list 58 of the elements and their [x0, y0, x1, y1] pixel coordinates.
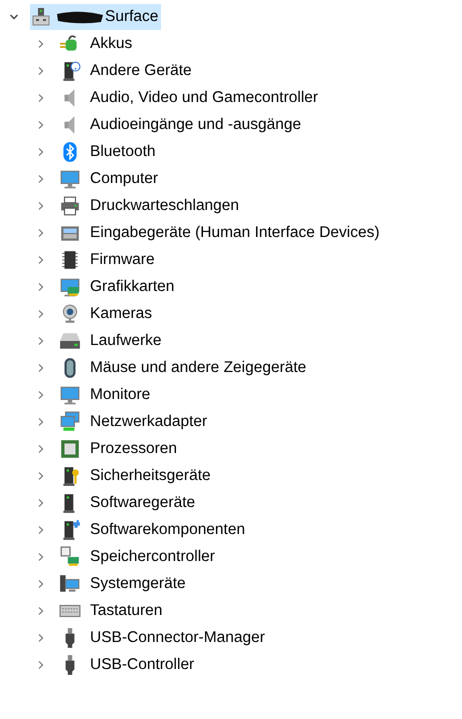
tree-item[interactable]: Bluetooth [59, 138, 158, 164]
redaction-mark [55, 10, 105, 24]
network-icon [59, 410, 81, 432]
tree-item[interactable]: Kameras [59, 300, 156, 326]
expand-chevron-icon[interactable] [36, 632, 46, 642]
tree-item[interactable]: USB-Connector-Manager [59, 624, 268, 650]
expand-chevron-icon[interactable] [36, 336, 46, 346]
tree-item[interactable]: Druckwarteschlangen [59, 192, 242, 218]
expand-chevron-icon[interactable] [36, 120, 46, 130]
tree-item[interactable]: Andere Geräte [59, 58, 195, 84]
expand-chevron-icon[interactable] [36, 174, 46, 184]
tree-item[interactable]: Audioeingänge und -ausgänge [59, 112, 304, 138]
expand-chevron-icon[interactable] [36, 282, 46, 292]
tree-item[interactable]: Mäuse und andere Zeigegeräte [59, 354, 310, 380]
processor-icon [59, 438, 81, 460]
expand-chevron-icon[interactable] [36, 390, 46, 400]
expand-chevron-icon[interactable] [36, 146, 46, 156]
expand-chevron-icon[interactable] [36, 362, 46, 372]
tree-item[interactable]: Firmware [59, 246, 158, 272]
expand-chevron-icon[interactable] [36, 66, 46, 76]
tree-item[interactable]: Tastaturen [59, 598, 166, 624]
tree-item[interactable]: Laufwerke [59, 328, 165, 354]
tree-item[interactable]: Akkus [59, 30, 136, 56]
tree-item[interactable]: Systemgeräte [59, 570, 189, 596]
tree-item[interactable]: Softwarekomponenten [59, 516, 248, 542]
tree-item[interactable]: Prozessoren [59, 436, 180, 462]
expand-chevron-icon[interactable] [36, 228, 46, 238]
expand-chevron-icon[interactable] [36, 444, 46, 454]
expand-chevron-icon[interactable] [36, 498, 46, 508]
tree-root-item[interactable]: Surface [30, 4, 162, 30]
expand-chevron-icon[interactable] [36, 254, 46, 264]
expand-chevron-icon[interactable] [36, 660, 46, 670]
system-devices-icon [59, 572, 81, 594]
tree-item[interactable]: Sicherheitsgeräte [59, 462, 214, 488]
tree-item[interactable]: Monitore [59, 382, 154, 408]
tree-item[interactable]: Netzwerkadapter [59, 408, 210, 434]
tree-item[interactable]: USB-Controller [59, 652, 198, 678]
tree-item[interactable]: Eingabegeräte (Human Interface Devices) [59, 220, 382, 246]
tree-item[interactable]: Speichercontroller [59, 544, 218, 570]
expand-chevron-icon[interactable] [36, 470, 46, 480]
tree-item[interactable]: Computer [59, 166, 162, 192]
expand-chevron-icon[interactable] [36, 200, 46, 210]
expand-chevron-icon[interactable] [36, 308, 46, 318]
expand-chevron-icon[interactable] [36, 92, 46, 102]
expand-chevron-icon[interactable] [36, 38, 46, 48]
printer-icon [59, 194, 81, 216]
collapse-chevron-icon[interactable] [9, 12, 19, 22]
tree-item[interactable]: Grafikkarten [59, 274, 178, 300]
storage-controller-icon [59, 546, 81, 568]
computer-node-icon [31, 6, 51, 26]
expand-chevron-icon[interactable] [36, 606, 46, 616]
expand-chevron-icon[interactable] [36, 524, 46, 534]
expand-chevron-icon[interactable] [36, 416, 46, 426]
tree-item-label: Surface [105, 6, 158, 27]
expand-chevron-icon[interactable] [36, 552, 46, 562]
tree-item[interactable]: Audio, Video und Gamecontroller [59, 84, 322, 110]
tree-item[interactable]: Softwaregeräte [59, 490, 198, 516]
expand-chevron-icon[interactable] [36, 578, 46, 588]
